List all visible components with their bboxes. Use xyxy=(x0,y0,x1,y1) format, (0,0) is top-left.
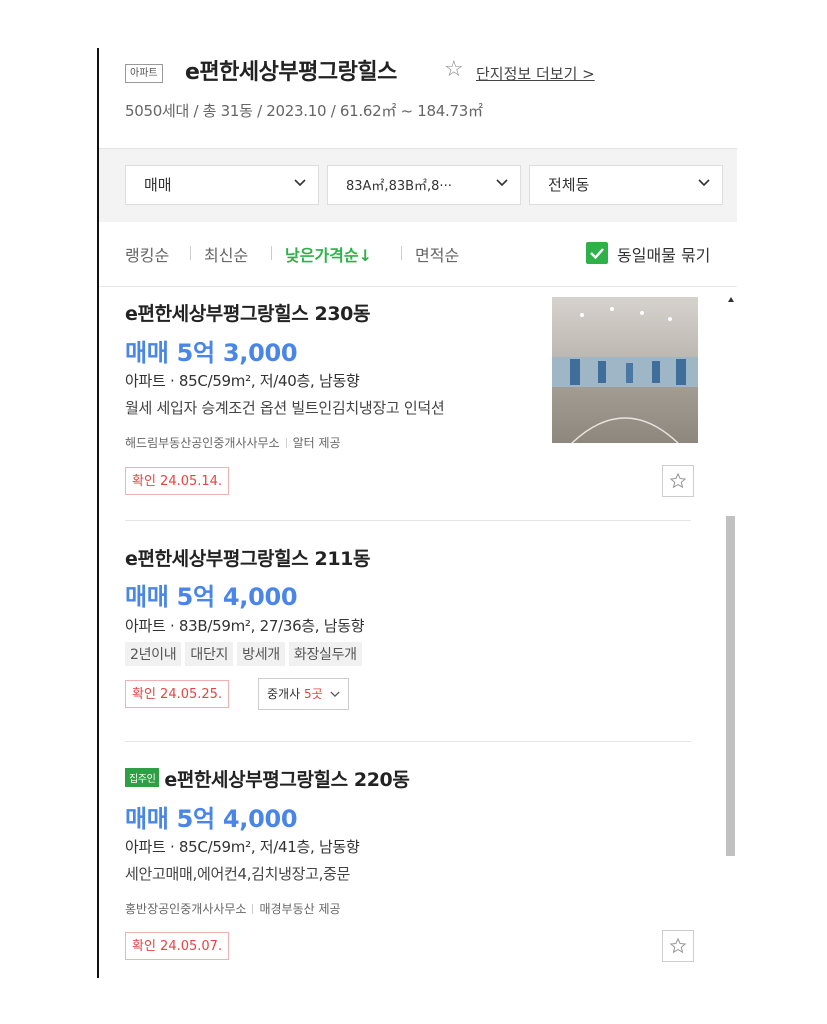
sort-latest[interactable]: 최신순 xyxy=(204,242,248,266)
confirm-date-badge: 확인 24.05.14. xyxy=(125,467,230,495)
listing-divider xyxy=(125,741,691,742)
brokers-dropdown[interactable]: 중개사 5곳 xyxy=(258,678,350,710)
listing-description: 세안고매매,에어컨4,김치냉장고,중문 xyxy=(125,865,351,883)
sort-bar: 랭킹순 최신순 낮은가격순↓ 면적순 동일매물 묶기 xyxy=(99,222,737,287)
feature-tag: 대단지 xyxy=(185,642,234,666)
listing-price: 매매 5억 4,000 xyxy=(125,583,298,611)
listing-title[interactable]: e편한세상부평그랑힐스 230동 xyxy=(125,299,370,326)
building-value: 전체동 xyxy=(548,176,590,194)
sort-divider xyxy=(271,246,272,260)
property-type-badge: 아파트 xyxy=(125,64,163,83)
listing-panel: 아파트 e편한세상부평그랑힐스 ☆ 단지정보 더보기 > 5050세대 / 총 … xyxy=(99,48,737,978)
owner-badge: 집주인 xyxy=(125,768,160,787)
listing-item[interactable]: 집주인 e편한세상부평그랑힐스 220동 매매 5억 4,000 아파트 · 85… xyxy=(125,753,694,978)
chevron-down-icon xyxy=(496,179,508,189)
listing-item[interactable]: e편한세상부평그랑힐스 230동 매매 5억 3,000 아파트 · 85C/5… xyxy=(125,287,698,517)
complex-summary: 5050세대 / 총 31동 / 2023.10 / 61.62㎡ ~ 184.… xyxy=(125,102,483,120)
star-icon xyxy=(669,937,687,954)
sort-low-price[interactable]: 낮은가격순↓ xyxy=(285,242,372,266)
complex-header: 아파트 e편한세상부평그랑힐스 ☆ 단지정보 더보기 > 5050세대 / 총 … xyxy=(99,48,737,148)
confirm-date-badge: 확인 24.05.25. xyxy=(125,680,230,708)
brokers-label: 중개사 xyxy=(267,687,304,701)
checkmark-icon xyxy=(590,248,604,260)
listing-price: 매매 5억 3,000 xyxy=(125,339,298,367)
listing-tags: 2년이내 대단지 방세개 화장실두개 xyxy=(125,642,366,666)
group-listings-checkbox[interactable] xyxy=(586,242,608,264)
agency-name: 홍반장공인중개사사무소 xyxy=(125,902,247,916)
data-provider: 알터 제공 xyxy=(292,436,341,450)
feature-tag: 2년이내 xyxy=(125,642,182,666)
scrollbar-thumb[interactable] xyxy=(726,516,735,856)
trade-type-select[interactable]: 매매 xyxy=(125,165,319,205)
listing-spec: 아파트 · 85C/59m², 저/40층, 남동향 xyxy=(125,372,360,390)
filter-bar: 매매 83A㎡,83B㎡,8··· 전체동 xyxy=(99,148,737,223)
listing-item[interactable]: e편한세상부평그랑힐스 211동 매매 5억 4,000 아파트 · 83B/5… xyxy=(125,532,691,742)
star-icon xyxy=(669,472,687,489)
data-provider: 매경부동산 제공 xyxy=(259,902,341,916)
listing-agency: 홍반장공인중개사사무소 매경부동산 제공 xyxy=(125,900,341,917)
listing-spec: 아파트 · 83B/59m², 27/36층, 남동향 xyxy=(125,617,365,635)
sort-divider xyxy=(401,246,402,260)
brokers-count: 5곳 xyxy=(303,687,323,701)
listing-title-text: e편한세상부평그랑힐스 220동 xyxy=(164,769,410,791)
chevron-down-icon xyxy=(698,179,710,189)
listing-title[interactable]: 집주인 e편한세상부평그랑힐스 220동 xyxy=(125,765,410,792)
listing-list: e편한세상부평그랑힐스 230동 매매 5억 3,000 아파트 · 85C/5… xyxy=(99,287,737,978)
group-listings-label[interactable]: 동일매물 묶기 xyxy=(617,242,710,266)
complex-name: e편한세상부평그랑힐스 xyxy=(185,60,397,85)
building-select[interactable]: 전체동 xyxy=(529,165,723,205)
favorite-button[interactable] xyxy=(662,465,694,497)
favorite-star-icon[interactable]: ☆ xyxy=(444,57,464,82)
favorite-button[interactable] xyxy=(662,930,694,962)
scroll-up-arrow[interactable] xyxy=(728,297,734,302)
listing-spec: 아파트 · 85C/59m², 저/41층, 남동향 xyxy=(125,838,360,856)
complex-info-more-link[interactable]: 단지정보 더보기 > xyxy=(476,63,595,84)
confirm-date-badge: 확인 24.05.07. xyxy=(125,932,230,960)
chevron-down-icon xyxy=(294,179,306,189)
sort-ranking[interactable]: 랭킹순 xyxy=(125,242,169,266)
listing-agency: 해드림부동산공인중개사사무소 알터 제공 xyxy=(125,434,341,451)
listing-divider xyxy=(125,520,691,521)
feature-tag: 화장실두개 xyxy=(288,642,362,666)
listing-title[interactable]: e편한세상부평그랑힐스 211동 xyxy=(125,544,370,571)
area-type-select[interactable]: 83A㎡,83B㎡,8··· xyxy=(327,165,521,205)
listing-photo[interactable] xyxy=(552,297,698,443)
listing-price: 매매 5억 4,000 xyxy=(125,805,298,833)
sort-area[interactable]: 면적순 xyxy=(415,242,459,266)
sort-divider xyxy=(190,246,191,260)
agency-name: 해드림부동산공인중개사사무소 xyxy=(125,436,280,450)
chevron-down-icon xyxy=(330,691,341,698)
trade-type-value: 매매 xyxy=(144,176,172,194)
feature-tag: 방세개 xyxy=(237,642,285,666)
listing-description: 월세 세입자 승계조건 옵션 빌트인김치냉장고 인덕션 xyxy=(125,399,445,417)
area-type-value: 83A㎡,83B㎡,8··· xyxy=(346,179,452,194)
